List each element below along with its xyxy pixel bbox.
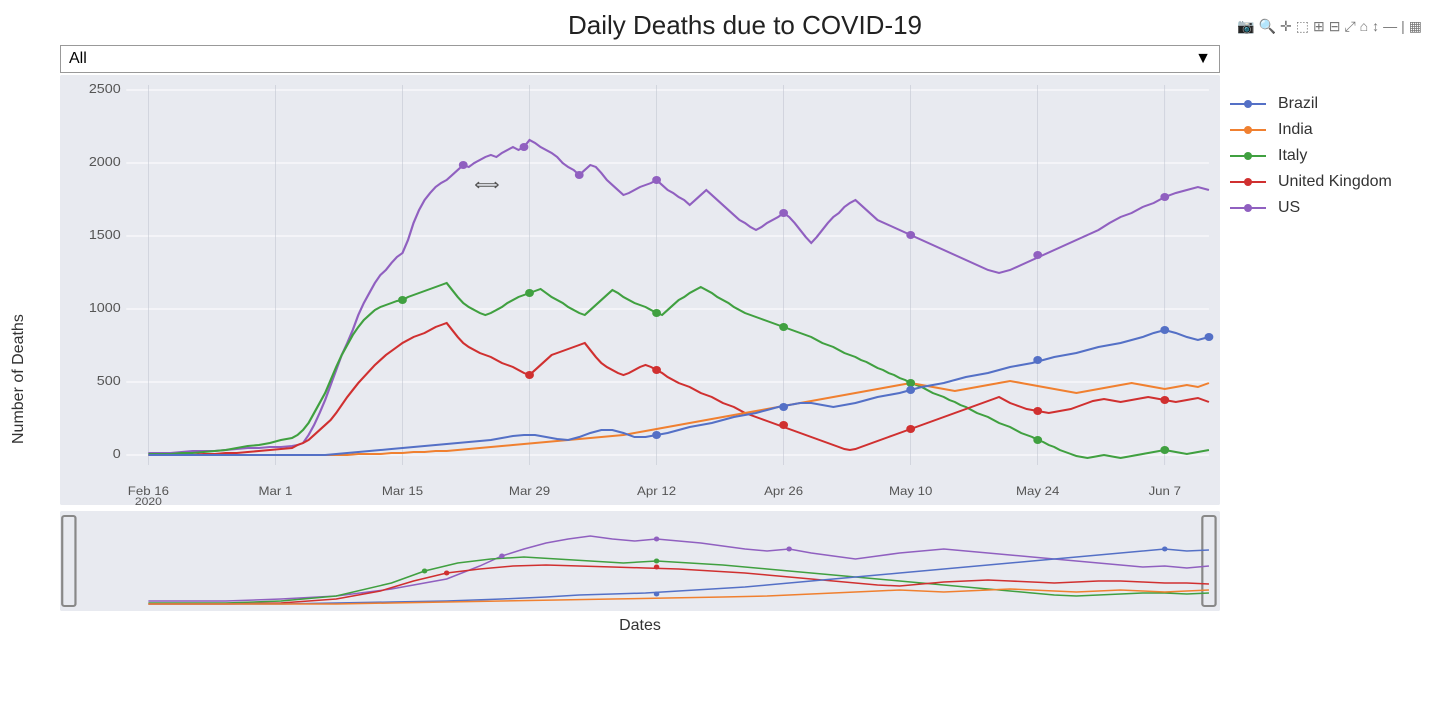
svg-text:Apr 12: Apr 12 bbox=[637, 485, 676, 498]
toolbar-sep: | bbox=[1401, 18, 1405, 35]
uk-legend-line bbox=[1230, 177, 1270, 187]
legend-item-uk: United Kingdom bbox=[1230, 173, 1430, 191]
svg-text:2500: 2500 bbox=[89, 82, 121, 96]
legend-item-us: US bbox=[1230, 199, 1430, 217]
svg-text:Mar 29: Mar 29 bbox=[509, 485, 550, 498]
mini-chart[interactable] bbox=[60, 511, 1220, 611]
svg-text:500: 500 bbox=[97, 374, 121, 388]
svg-text:1500: 1500 bbox=[89, 228, 121, 242]
toolbar-spikes[interactable]: ↕ bbox=[1372, 18, 1379, 35]
svg-text:Mar 1: Mar 1 bbox=[259, 485, 293, 498]
svg-text:2000: 2000 bbox=[89, 155, 121, 169]
uk-legend-label: United Kingdom bbox=[1278, 173, 1392, 191]
dropdown-arrow: ▼ bbox=[1195, 50, 1211, 68]
svg-text:May 24: May 24 bbox=[1016, 485, 1059, 498]
country-dropdown[interactable]: All ▼ bbox=[60, 45, 1220, 73]
svg-text:May 10: May 10 bbox=[889, 485, 932, 498]
svg-text:Jun 7: Jun 7 bbox=[1149, 485, 1181, 498]
svg-text:Mar 15: Mar 15 bbox=[382, 485, 423, 498]
toolbar-lasso[interactable]: ⬚ bbox=[1296, 18, 1309, 35]
toolbar-zoom-out[interactable]: ⊟ bbox=[1329, 18, 1341, 35]
svg-text:2020: 2020 bbox=[135, 496, 162, 505]
india-legend-label: India bbox=[1278, 121, 1313, 139]
toolbar-crosshair[interactable]: ✛ bbox=[1280, 18, 1292, 35]
toolbar-zoom[interactable]: 🔍 bbox=[1259, 18, 1276, 35]
us-peak-dot bbox=[459, 161, 468, 169]
legend-item-india: India bbox=[1230, 121, 1430, 139]
us-legend-line bbox=[1230, 203, 1270, 213]
svg-text:1000: 1000 bbox=[89, 301, 121, 315]
india-legend-line bbox=[1230, 125, 1270, 135]
dropdown-value: All bbox=[69, 50, 87, 68]
cursor-icon: ⟺ bbox=[474, 176, 499, 194]
toolbar-hspikes[interactable]: — bbox=[1383, 18, 1397, 35]
svg-text:0: 0 bbox=[113, 447, 121, 461]
legend-item-brazil: Brazil bbox=[1230, 95, 1430, 113]
chart-legend: Brazil India Italy bbox=[1220, 45, 1440, 713]
italy-legend-line bbox=[1230, 151, 1270, 161]
x-axis-label: Dates bbox=[60, 617, 1220, 635]
brazil-legend-label: Brazil bbox=[1278, 95, 1318, 113]
toolbar-grid[interactable]: ▦ bbox=[1409, 18, 1422, 35]
toolbar-zoom-in[interactable]: ⊞ bbox=[1313, 18, 1325, 35]
us-legend-label: US bbox=[1278, 199, 1300, 217]
y-axis-label: Number of Deaths bbox=[10, 45, 60, 713]
legend-item-italy: Italy bbox=[1230, 147, 1430, 165]
brazil-legend-line bbox=[1230, 99, 1270, 109]
svg-text:Apr 26: Apr 26 bbox=[764, 485, 803, 498]
chart-title: Daily Deaths due to COVID-19 bbox=[50, 10, 1440, 41]
toolbar-home[interactable]: ⌂ bbox=[1360, 18, 1368, 35]
toolbar-autoscale[interactable]: ⤢ bbox=[1344, 18, 1355, 35]
italy-legend-label: Italy bbox=[1278, 147, 1307, 165]
toolbar-camera[interactable]: 📷 bbox=[1237, 18, 1254, 35]
main-chart[interactable]: 0 500 1000 1500 2000 2500 Feb 16 2020 Ma… bbox=[60, 75, 1220, 505]
chart-toolbar[interactable]: 📷 🔍 ✛ ⬚ ⊞ ⊟ ⤢ ⌂ ↕ — | ▦ bbox=[1237, 18, 1422, 35]
